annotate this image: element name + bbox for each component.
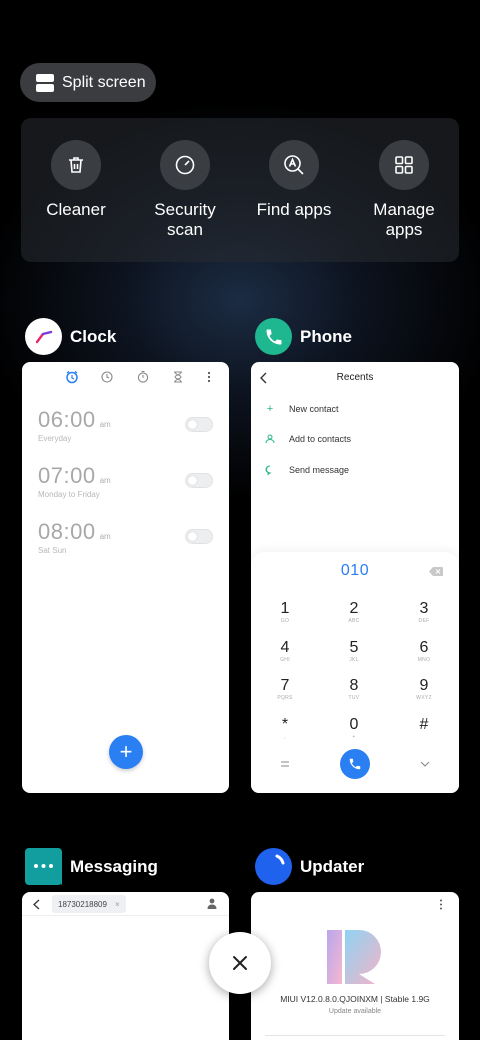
alarm-ampm: am <box>99 476 111 485</box>
dial-key[interactable]: *, <box>265 716 305 740</box>
option-label: Add to contacts <box>289 434 352 444</box>
dial-key[interactable]: 9 WXYZ <box>404 677 444 701</box>
dial-key[interactable]: 7 PQRS <box>265 677 305 701</box>
updater-app-header[interactable]: Updater <box>255 848 364 885</box>
message-header-bar: 18730218809 × <box>22 892 229 916</box>
cleaner-button[interactable]: Cleaner <box>31 140 121 220</box>
close-icon <box>233 956 247 970</box>
quick-actions-panel: Cleaner Security scan Find apps Manage a… <box>21 118 459 262</box>
send-message-option[interactable]: Send message <box>265 465 349 475</box>
alarm-time: 06:00 <box>38 407 96 432</box>
person-icon <box>265 434 275 444</box>
trash-icon <box>51 140 101 190</box>
updater-app-card[interactable]: MIUI V12.0.8.0.QJOINXM | Stable 1.9G Upd… <box>251 892 459 1040</box>
find-apps-label: Find apps <box>256 200 332 219</box>
dialpad: 010 1 GO 2 ABC 3 DEF 4 GHI 5 JKL 6 MNO 7 PQRS 8… <box>251 552 459 793</box>
call-button[interactable] <box>340 749 370 779</box>
dial-key[interactable]: 4 GHI <box>265 639 305 663</box>
dialpad-menu-icon[interactable] <box>280 761 290 767</box>
plus-icon: + <box>266 403 274 415</box>
split-screen-label: Split screen <box>62 73 146 91</box>
phone-app-header[interactable]: Phone <box>255 318 352 355</box>
clock-app-name: Clock <box>70 326 117 346</box>
alarm-time: 07:00 <box>38 463 96 488</box>
messaging-app-header[interactable]: Messaging <box>25 848 158 885</box>
updater-app-name: Updater <box>300 856 365 876</box>
option-label: New contact <box>289 404 339 414</box>
recipient-number: 18730218809 <box>58 899 107 909</box>
messaging-app-name: Messaging <box>70 856 158 876</box>
dial-key[interactable]: 3 DEF <box>404 600 444 624</box>
manage-apps-label: Manage apps <box>373 200 435 239</box>
alarm-item[interactable]: 08:00 am Sat Sun <box>38 519 111 555</box>
clock-toolbar <box>22 362 229 392</box>
alarm-toggle[interactable] <box>185 529 213 544</box>
message-icon <box>265 465 272 475</box>
find-apps-icon <box>269 140 319 190</box>
messaging-app-icon <box>25 848 62 885</box>
divider <box>22 915 229 916</box>
alarm-ampm: am <box>99 532 111 541</box>
find-apps-button[interactable]: Find apps <box>249 140 339 220</box>
add-to-contacts-option[interactable]: Add to contacts <box>265 434 351 444</box>
dial-key[interactable]: 1 GO <box>265 600 305 624</box>
clock-app-header[interactable]: Clock <box>25 318 116 355</box>
dialed-number: 010 <box>340 562 370 579</box>
new-contact-option[interactable]: + New contact <box>265 403 339 415</box>
alarm-ampm: am <box>99 420 111 429</box>
dial-key[interactable]: 2 ABC <box>334 600 374 624</box>
alarm-item[interactable]: 06:00 am Everyday <box>38 407 111 443</box>
stopwatch-tab-icon[interactable] <box>137 370 149 383</box>
alarm-toggle[interactable] <box>185 473 213 488</box>
divider <box>265 1035 445 1036</box>
update-status: Update available <box>328 1008 382 1015</box>
version-text: MIUI V12.0.8.0.QJOINXM | Stable 1.9G <box>280 994 430 1004</box>
dial-key[interactable]: 5 JKL <box>334 639 374 663</box>
cleaner-label: Cleaner <box>46 200 106 219</box>
world-clock-tab-icon[interactable] <box>101 371 113 383</box>
grid-icon <box>379 140 429 190</box>
back-arrow-icon[interactable] <box>33 899 40 910</box>
alarm-item[interactable]: 07:00 am Monday to Friday <box>38 463 111 499</box>
recipient-chip[interactable]: 18730218809 × <box>52 895 126 913</box>
security-scan-label: Security scan <box>154 200 216 239</box>
remove-recipient-icon[interactable]: × <box>115 900 120 909</box>
security-scan-button[interactable]: Security scan <box>140 140 230 240</box>
alarm-repeat: Monday to Friday <box>38 490 100 499</box>
messaging-app-card[interactable]: 18730218809 × <box>22 892 229 1040</box>
clock-app-icon <box>25 318 62 355</box>
phone-app-name: Phone <box>300 326 352 346</box>
security-gauge-icon <box>160 140 210 190</box>
alarm-tab-icon[interactable] <box>65 370 79 384</box>
clock-app-card[interactable]: 06:00 am Everyday 07:00 am Monday to Frida… <box>22 362 229 793</box>
chevron-down-icon[interactable] <box>420 761 430 767</box>
split-screen-icon <box>36 73 54 92</box>
dial-key[interactable]: 8 TUV <box>334 677 374 701</box>
recents-title: Recents <box>336 372 374 383</box>
dial-key[interactable]: 6 MNO <box>404 639 444 663</box>
contact-person-icon[interactable] <box>207 898 217 909</box>
miui-12-logo <box>327 930 381 984</box>
dial-key[interactable]: # <box>404 716 444 734</box>
alarm-repeat: Everyday <box>38 434 72 443</box>
alarm-repeat: Sat Sun <box>38 546 67 555</box>
more-options-icon[interactable] <box>439 899 443 910</box>
phone-app-card[interactable]: Recents + New contact Add to contacts Se… <box>251 362 459 793</box>
add-alarm-button[interactable]: + <box>109 735 143 769</box>
split-screen-button[interactable]: Split screen <box>20 63 156 102</box>
manage-apps-button[interactable]: Manage apps <box>359 140 449 240</box>
phone-app-icon <box>255 318 292 355</box>
alarm-toggle[interactable] <box>185 417 213 432</box>
option-label: Send message <box>289 465 350 475</box>
more-options-icon[interactable] <box>207 371 211 383</box>
updater-app-icon <box>255 848 292 885</box>
dial-key[interactable]: 0 + <box>334 716 374 740</box>
backspace-icon[interactable] <box>429 567 443 576</box>
alarm-time: 08:00 <box>38 519 96 544</box>
timer-tab-icon[interactable] <box>173 371 183 383</box>
clear-all-button[interactable] <box>209 932 271 994</box>
call-icon <box>349 758 361 770</box>
